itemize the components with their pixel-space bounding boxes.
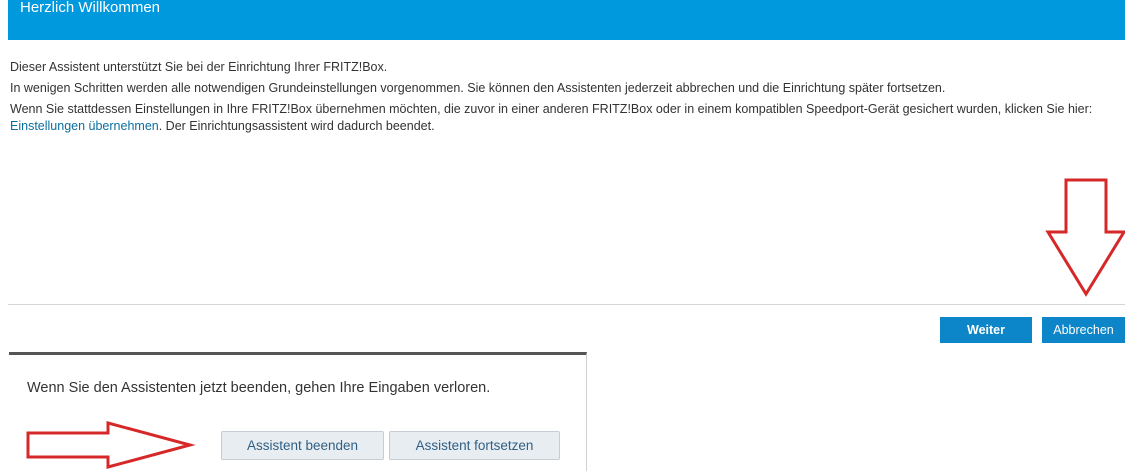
- right-arrow-annotation: [26, 421, 196, 469]
- end-wizard-button[interactable]: Assistent beenden: [221, 431, 384, 460]
- dialog-message: Wenn Sie den Assistenten jetzt beenden, …: [27, 380, 491, 396]
- next-button[interactable]: Weiter: [940, 317, 1032, 343]
- intro-line-3-text: Wenn Sie stattdessen Einstellungen in Ih…: [10, 102, 1093, 116]
- intro-line-2: In wenigen Schritten werden alle notwend…: [10, 81, 946, 95]
- header-bar: Herzlich Willkommen: [8, 0, 1125, 40]
- continue-wizard-button[interactable]: Assistent fortsetzen: [389, 431, 560, 460]
- page-title: Herzlich Willkommen: [20, 0, 161, 16]
- cancel-button[interactable]: Abbrechen: [1042, 317, 1125, 343]
- intro-line-1: Dieser Assistent unterstützt Sie bei der…: [10, 60, 388, 74]
- import-settings-link[interactable]: Einstellungen übernehmen: [10, 119, 159, 133]
- down-arrow-annotation: [1045, 178, 1125, 297]
- intro-line-3-end: . Der Einrichtungsassistent wird dadurch…: [158, 119, 435, 133]
- intro-line-3: Wenn Sie stattdessen Einstellungen in Ih…: [10, 101, 1115, 135]
- intro-text: Dieser Assistent unterstützt Sie bei der…: [10, 59, 1115, 139]
- divider: [8, 304, 1125, 305]
